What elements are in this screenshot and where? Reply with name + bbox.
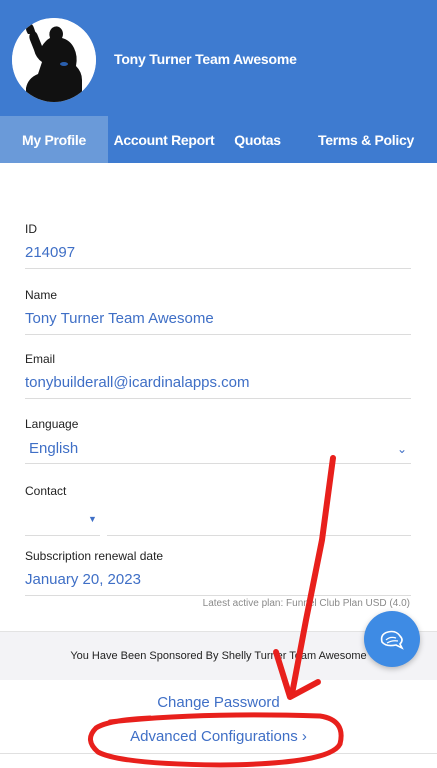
renewal-field: Subscription renewal date January 20, 20… xyxy=(25,549,411,596)
id-value: 214097 xyxy=(25,244,411,269)
chat-bubble-icon xyxy=(380,630,404,650)
renewal-date: January 20, 2023 xyxy=(25,571,411,596)
country-code-select[interactable]: ▼ xyxy=(25,506,100,536)
contact-label: Contact xyxy=(25,484,67,498)
profile-tabs: My Profile Account Report Quotas Terms &… xyxy=(0,116,437,163)
tab-quotas[interactable]: Quotas xyxy=(220,116,295,163)
name-field[interactable]: Name Tony Turner Team Awesome xyxy=(25,288,411,335)
chat-button[interactable] xyxy=(364,611,420,667)
latest-plan-note: Latest active plan: Funnel Club Plan USD… xyxy=(202,598,410,609)
id-label: ID xyxy=(25,222,37,236)
profile-header: Tony Turner Team Awesome My Profile Acco… xyxy=(0,0,437,163)
user-display-name: Tony Turner Team Awesome xyxy=(114,51,297,67)
language-label: Language xyxy=(25,417,79,431)
tab-account-report[interactable]: Account Report xyxy=(108,116,220,163)
email-input[interactable]: tonybuilderall@icardinalapps.com xyxy=(25,374,411,399)
contact-row: ▼ xyxy=(25,506,411,536)
tab-terms-policy[interactable]: Terms & Policy xyxy=(295,116,437,163)
contact-field[interactable]: Contact ▼ xyxy=(25,484,411,536)
bodybuilder-silhouette-avatar-icon xyxy=(12,18,96,102)
language-value: English xyxy=(29,440,79,457)
divider xyxy=(0,753,437,754)
language-select[interactable]: English ⌄ xyxy=(25,439,411,464)
avatar xyxy=(12,18,96,102)
chevron-down-icon[interactable]: ⌄ xyxy=(397,442,407,456)
caret-down-icon[interactable]: ▼ xyxy=(88,514,97,524)
renewal-label: Subscription renewal date xyxy=(25,549,164,563)
name-label: Name xyxy=(25,288,58,302)
tab-my-profile[interactable]: My Profile xyxy=(0,116,108,163)
sponsor-text: You Have Been Sponsored By Shelly Turner… xyxy=(70,650,367,662)
email-field[interactable]: Email tonybuilderall@icardinalapps.com xyxy=(25,352,411,399)
email-label: Email xyxy=(25,352,56,366)
id-field: ID 214097 xyxy=(25,222,411,269)
name-input[interactable]: Tony Turner Team Awesome xyxy=(25,310,411,335)
language-field[interactable]: Language English ⌄ xyxy=(25,417,411,464)
advanced-configurations-link[interactable]: Advanced Configurations › xyxy=(0,728,437,745)
change-password-link[interactable]: Change Password xyxy=(0,694,437,711)
phone-input[interactable] xyxy=(107,506,411,536)
